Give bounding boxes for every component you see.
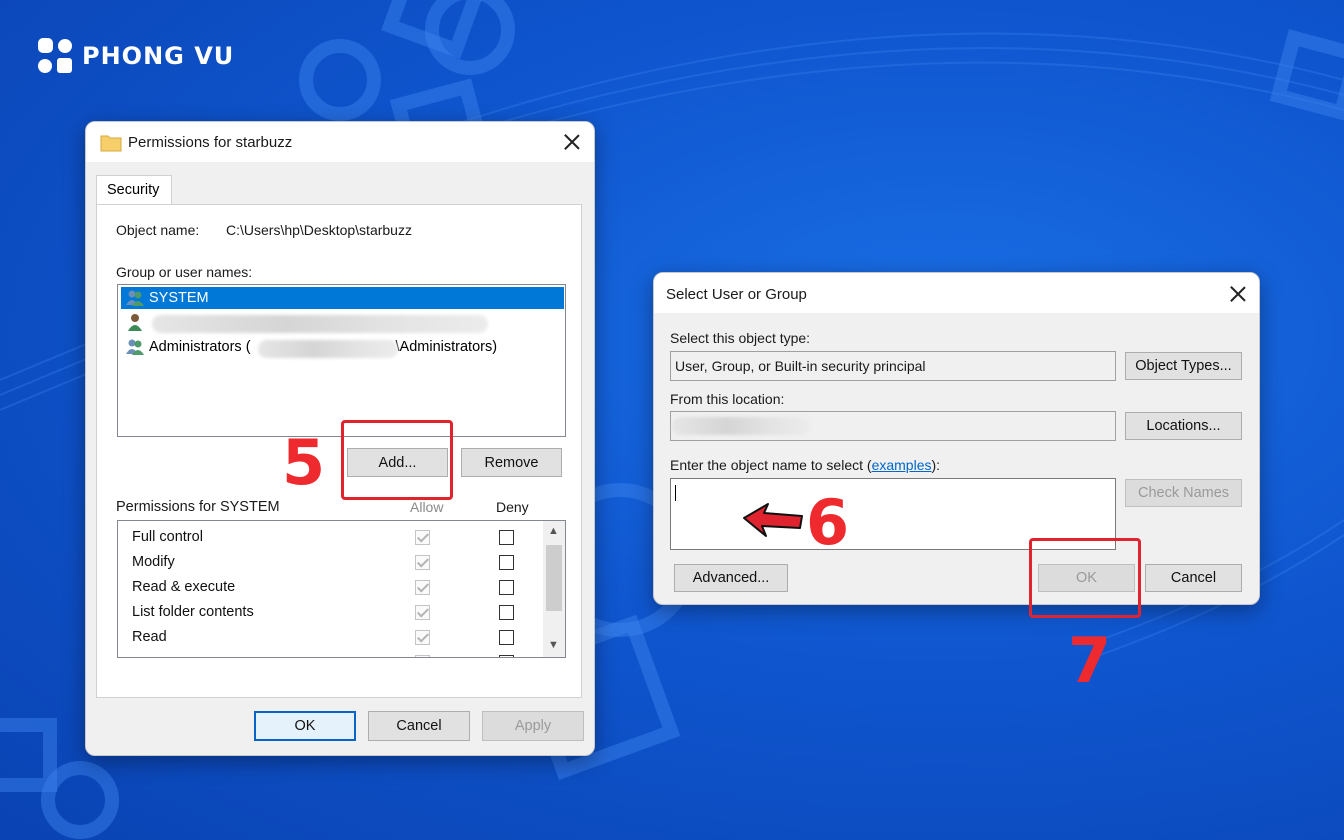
user-icon [128, 314, 142, 331]
allow-header: Allow [410, 499, 444, 515]
object-name-label: Object name: [116, 222, 200, 238]
object-type-label: Select this object type: [670, 330, 811, 346]
select-titlebar: Select User or Group [654, 273, 1259, 313]
perm-row-full-control: Full control [132, 529, 203, 551]
ok-button[interactable]: OK [254, 711, 356, 741]
user-name: SYSTEM [149, 290, 209, 306]
group-users-icon [126, 290, 144, 306]
step-7-label: 7 [1068, 624, 1112, 697]
deny-checkbox[interactable] [499, 580, 514, 595]
step-6-label: 6 [806, 486, 850, 559]
enter-object-name-label: Enter the object name to select (example… [670, 457, 940, 473]
close-icon[interactable] [560, 130, 584, 154]
permissions-list: Full control Modify Read & execute List … [117, 520, 566, 658]
perm-row-read-execute: Read & execute [132, 579, 235, 601]
group-users-icon [126, 339, 144, 355]
locations-button[interactable]: Locations... [1125, 412, 1242, 440]
select-title: Select User or Group [666, 286, 807, 303]
allow-checkbox[interactable] [415, 580, 430, 595]
perm-name: Modify [132, 554, 175, 570]
allow-checkbox[interactable] [415, 555, 430, 570]
scroll-thumb[interactable] [546, 545, 562, 611]
advanced-button[interactable]: Advanced... [674, 564, 788, 592]
admin-name-suffix: \Administrators) [395, 339, 498, 355]
perm-row-read: Read [132, 629, 167, 651]
tab-security[interactable]: Security [96, 175, 172, 205]
examples-link[interactable]: examples [872, 457, 932, 473]
label-prefix: Enter the object name to select ( [670, 457, 872, 473]
cancel-button[interactable]: Cancel [1145, 564, 1242, 592]
redacted-location [672, 417, 810, 435]
admin-name-prefix: Administrators ( [149, 339, 251, 355]
highlight-ok-button [1029, 538, 1141, 618]
deny-checkbox[interactable] [499, 555, 514, 570]
allow-checkbox[interactable] [415, 605, 430, 620]
brand-logo: PHONG VU [36, 38, 234, 74]
label-suffix: ): [931, 457, 941, 473]
perm-row-list-folder-contents: List folder contents [132, 604, 254, 626]
scroll-up-icon[interactable]: ▲ [548, 525, 559, 537]
cancel-button[interactable]: Cancel [368, 711, 470, 741]
permissions-scrollbar[interactable]: ▲ ▼ [543, 521, 565, 657]
redacted-domain [258, 340, 398, 358]
permissions-for-label: Permissions for SYSTEM [116, 499, 280, 515]
redacted-user-name [152, 315, 488, 333]
location-label: From this location: [670, 391, 785, 407]
permissions-dialog: Permissions for starbuzz Security Object… [85, 121, 595, 756]
allow-checkbox[interactable] [415, 530, 430, 545]
deny-checkbox[interactable] [499, 530, 514, 545]
step-5-label: 5 [282, 426, 326, 499]
object-name-value: C:\Users\hp\Desktop\starbuzz [226, 222, 412, 238]
red-arrow-icon [743, 503, 803, 537]
perm-name: Full control [132, 529, 203, 545]
highlight-add-button [341, 420, 453, 500]
apply-button[interactable]: Apply [482, 711, 584, 741]
check-names-button[interactable]: Check Names [1125, 479, 1242, 507]
perm-row-modify: Modify [132, 554, 175, 576]
phongvu-logo-icon [38, 38, 72, 73]
allow-checkbox[interactable] [415, 630, 430, 645]
deny-checkbox[interactable] [499, 630, 514, 645]
select-user-dialog: Select User or Group Select this object … [653, 272, 1260, 605]
permissions-title: Permissions for starbuzz [128, 134, 293, 151]
perm-name: List folder contents [132, 604, 254, 620]
allow-checkbox[interactable] [415, 655, 430, 657]
list-item-system[interactable]: SYSTEM [121, 287, 564, 309]
perm-name: Read [132, 629, 167, 645]
deny-checkbox[interactable] [499, 655, 514, 657]
deny-checkbox[interactable] [499, 605, 514, 620]
brand-name: PHONG VU [82, 42, 235, 70]
close-icon[interactable] [1226, 282, 1250, 306]
user-list[interactable]: SYSTEM Administrators ( \Administrators) [117, 284, 566, 437]
object-types-button[interactable]: Object Types... [1125, 352, 1242, 380]
permissions-titlebar: Permissions for starbuzz [86, 122, 594, 162]
text-caret [675, 485, 676, 501]
deny-header: Deny [496, 499, 529, 515]
group-or-user-names-label: Group or user names: [116, 264, 253, 280]
perm-name: Read & execute [132, 579, 236, 595]
object-type-field: User, Group, or Built-in security princi… [670, 351, 1116, 381]
remove-button[interactable]: Remove [461, 448, 562, 477]
folder-icon [100, 135, 122, 152]
scroll-down-icon[interactable]: ▼ [548, 639, 559, 651]
